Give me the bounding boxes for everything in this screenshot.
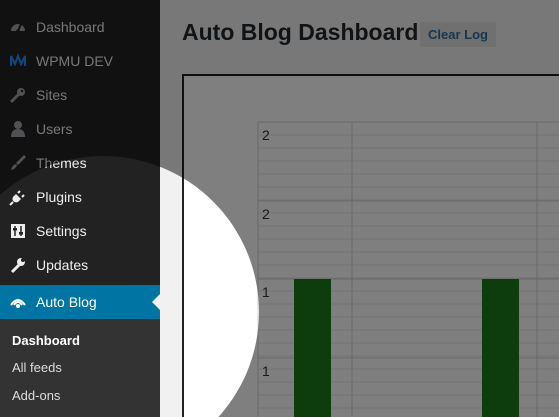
chart-ytick-label: 2 — [262, 127, 270, 143]
sidebar-item-label: Themes — [36, 155, 87, 171]
sidebar-item-themes[interactable]: Themes — [0, 146, 160, 180]
submenu-item-add-ons[interactable]: Add-ons — [12, 388, 60, 403]
submenu-item-dashboard[interactable]: Dashboard — [12, 333, 80, 348]
wrench-icon — [9, 256, 27, 274]
chart-bar — [294, 279, 331, 417]
sidebar-item-plugins[interactable]: Plugins — [0, 180, 160, 214]
sidebar-item-settings[interactable]: Settings — [0, 214, 160, 248]
user-icon — [9, 120, 27, 138]
sidebar-item-users[interactable]: Users — [0, 112, 160, 146]
sidebar-item-label: Sites — [36, 87, 68, 103]
sidebar-item-label: Updates — [36, 257, 89, 273]
submenu-item-all-feeds[interactable]: All feeds — [12, 360, 62, 375]
sidebar-item-label: Dashboard — [36, 19, 105, 35]
sidebar-item-updates[interactable]: Updates — [0, 248, 160, 282]
sidebar-item-dashboard[interactable]: Dashboard — [0, 10, 160, 44]
auto-blog-submenu: Dashboard All feeds Add-ons — [0, 319, 160, 417]
page-title: Auto Blog Dashboard — [182, 19, 419, 45]
key-icon — [9, 86, 27, 104]
sidebar-item-label: Settings — [36, 223, 87, 239]
autoblog-icon — [9, 293, 27, 311]
sidebar-item-label: Auto Blog — [36, 294, 97, 310]
chart-ytick-label: 2 — [262, 206, 270, 222]
brush-icon — [9, 154, 27, 172]
chart-ytick-label: 1 — [262, 284, 270, 300]
activity-chart: 2 2 1 1 — [257, 121, 559, 417]
sidebar-item-label: Plugins — [36, 189, 82, 205]
dashboard-icon — [9, 18, 27, 36]
sidebar-item-label: WPMU DEV — [36, 53, 113, 69]
admin-sidebar: Dashboard WPMU DEV Sites Users Themes Pl… — [0, 0, 160, 417]
sliders-icon — [9, 222, 27, 240]
plug-icon — [9, 188, 27, 206]
clear-log-button[interactable]: Clear Log — [420, 22, 496, 47]
wpmudev-icon — [9, 52, 27, 70]
sidebar-item-wpmudev[interactable]: WPMU DEV — [0, 44, 160, 78]
sidebar-item-label: Users — [36, 121, 73, 137]
chart-bar — [482, 279, 519, 417]
chart-ytick-label: 1 — [262, 363, 270, 379]
chart-frame: 2 2 1 1 — [182, 74, 559, 417]
sidebar-item-auto-blog[interactable]: Auto Blog — [0, 285, 160, 319]
sidebar-item-sites[interactable]: Sites — [0, 78, 160, 112]
